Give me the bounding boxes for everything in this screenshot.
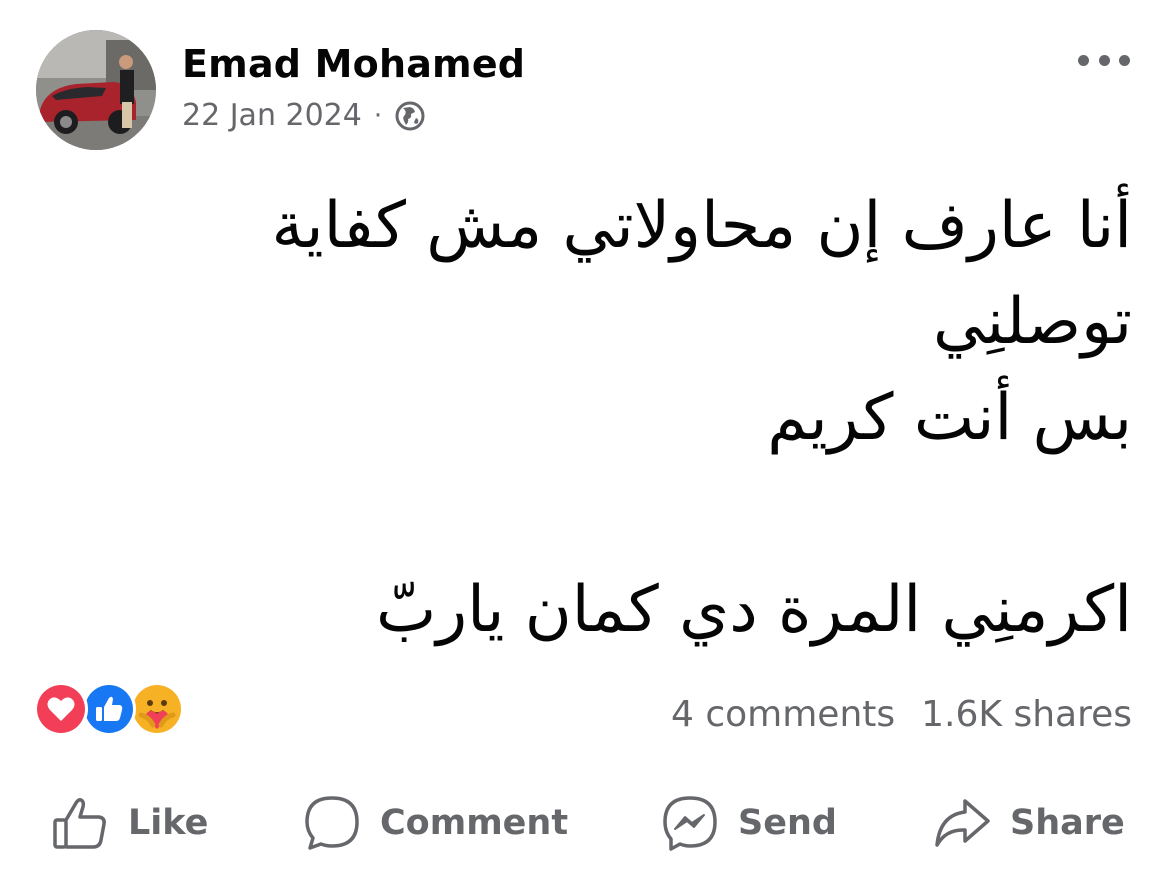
- like-icon: [53, 798, 106, 849]
- messenger-icon: [663, 796, 717, 851]
- meta-separator: ·: [373, 100, 383, 131]
- like-button[interactable]: Like: [50, 788, 208, 858]
- comment-button[interactable]: Comment: [302, 788, 568, 858]
- post-text-blank-line: [132, 466, 1132, 562]
- more-dot: [1078, 54, 1089, 66]
- share-icon: [935, 799, 990, 847]
- post-date[interactable]: 22 Jan 2024: [182, 98, 362, 133]
- more-options-icon[interactable]: [1078, 48, 1130, 72]
- post-text-line: توصلنِي: [932, 285, 1132, 359]
- love-reaction-icon: [34, 682, 88, 736]
- globe-icon[interactable]: [394, 100, 426, 132]
- facebook-post: Emad Mohamed 22 Jan 2024 · أنا عارف إن م…: [0, 0, 1170, 872]
- care-reaction-icon: [130, 682, 184, 736]
- comment-label: Comment: [380, 803, 569, 843]
- share-label: Share: [1010, 803, 1125, 843]
- more-dot: [1119, 54, 1130, 66]
- post-text-line: بس أنت كريم: [767, 381, 1132, 455]
- post-text: أنا عارف إن محاولاتي مش كفاية توصلنِي بس…: [132, 178, 1132, 658]
- engagement-counts: 4 comments 1.6K shares: [645, 694, 1132, 735]
- like-label: Like: [128, 803, 209, 843]
- author-name[interactable]: Emad Mohamed: [182, 42, 525, 86]
- send-button[interactable]: Send: [660, 788, 837, 858]
- avatar-photo: [36, 30, 156, 150]
- post-meta: 22 Jan 2024 ·: [182, 98, 426, 133]
- comments-count[interactable]: 4 comments: [671, 694, 895, 735]
- action-bar: Like Comment Send Share: [0, 788, 1170, 858]
- shares-count[interactable]: 1.6K shares: [921, 694, 1132, 735]
- more-dot: [1098, 54, 1110, 66]
- comment-icon: [305, 796, 359, 850]
- avatar[interactable]: [36, 30, 156, 150]
- send-label: Send: [738, 803, 837, 843]
- like-reaction-icon: [82, 682, 136, 736]
- post-text-line: اكرمنِي المرة دي كمان ياربّ: [375, 573, 1132, 647]
- post-text-line: أنا عارف إن محاولاتي مش كفاية: [271, 189, 1132, 263]
- reaction-summary[interactable]: [34, 682, 194, 736]
- share-button[interactable]: Share: [932, 788, 1125, 858]
